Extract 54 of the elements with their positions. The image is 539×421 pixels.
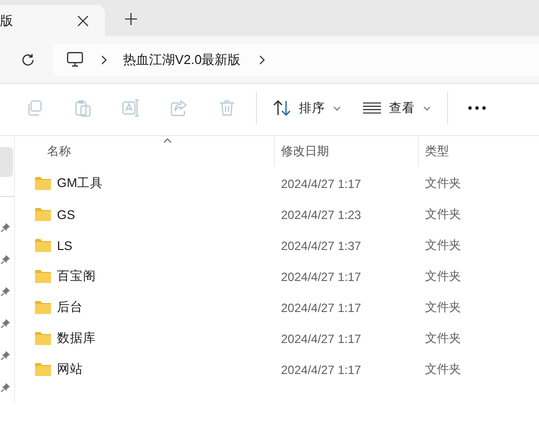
modified-date: 2024/4/27 1:17 <box>281 270 362 284</box>
window-tab[interactable]: 版 <box>0 5 105 36</box>
view-button[interactable]: 查看 <box>353 91 441 125</box>
sidebar-item[interactable] <box>0 147 13 177</box>
refresh-icon[interactable] <box>21 52 35 66</box>
sort-arrows-icon <box>273 100 291 116</box>
paste-icon <box>74 99 92 117</box>
modified-date: 2024/4/27 1:17 <box>281 176 362 190</box>
modified-date: 2024/4/27 1:23 <box>281 208 362 222</box>
file-name[interactable]: 网站 <box>57 361 83 378</box>
modified-date: 2024/4/27 1:17 <box>281 300 362 314</box>
chevron-icon <box>101 54 107 64</box>
modified-date: 2024/4/27 1:17 <box>281 362 362 376</box>
copy-icon <box>26 99 44 117</box>
file-type: 文件夹 <box>425 299 461 316</box>
file-type: 文件夹 <box>425 361 461 378</box>
file-name[interactable]: LS <box>57 238 72 252</box>
file-name[interactable]: 百宝阁 <box>57 268 96 285</box>
folder-icon <box>35 208 51 221</box>
folder-icon <box>35 177 51 190</box>
new-tab-icon[interactable] <box>125 13 137 25</box>
rename-icon <box>122 99 140 117</box>
dropdown-caret-icon <box>333 106 341 110</box>
file-type: 文件夹 <box>425 330 461 347</box>
list-lines-icon <box>363 102 381 114</box>
file-name[interactable]: GS <box>57 208 76 222</box>
file-name[interactable]: 数据库 <box>57 330 96 347</box>
chevron-icon[interactable] <box>258 54 265 64</box>
column-header[interactable]: 修改日期 <box>281 142 329 160</box>
share-icon <box>170 99 188 117</box>
folder-icon <box>35 270 51 283</box>
breadcrumb-item[interactable]: 热血江湖V2.0最新版 <box>123 50 241 68</box>
file-type: 文件夹 <box>425 175 461 192</box>
file-type: 文件夹 <box>425 237 461 254</box>
sort-button[interactable]: 排序 <box>263 91 351 125</box>
file-name[interactable]: 后台 <box>57 299 83 316</box>
folder-icon <box>35 239 51 252</box>
delete-icon <box>218 99 236 117</box>
modified-date: 2024/4/27 1:17 <box>281 332 362 346</box>
file-type: 文件夹 <box>425 206 461 223</box>
folder-icon <box>35 332 51 345</box>
folder-icon <box>35 363 51 376</box>
file-name[interactable]: GM工具 <box>57 175 104 192</box>
modified-date: 2024/4/27 1:37 <box>281 238 362 252</box>
folder-icon <box>35 301 51 314</box>
more-icon <box>468 106 486 110</box>
tab-title: 版 <box>0 12 13 30</box>
column-header[interactable]: 类型 <box>425 142 449 160</box>
dropdown-caret-icon <box>423 106 431 110</box>
file-type: 文件夹 <box>425 268 461 285</box>
address-bar[interactable]: 热血江湖V2.0最新版 <box>53 44 539 76</box>
close-icon[interactable] <box>77 14 89 26</box>
column-header[interactable]: 名称 <box>47 142 71 160</box>
monitor-icon <box>67 52 83 67</box>
